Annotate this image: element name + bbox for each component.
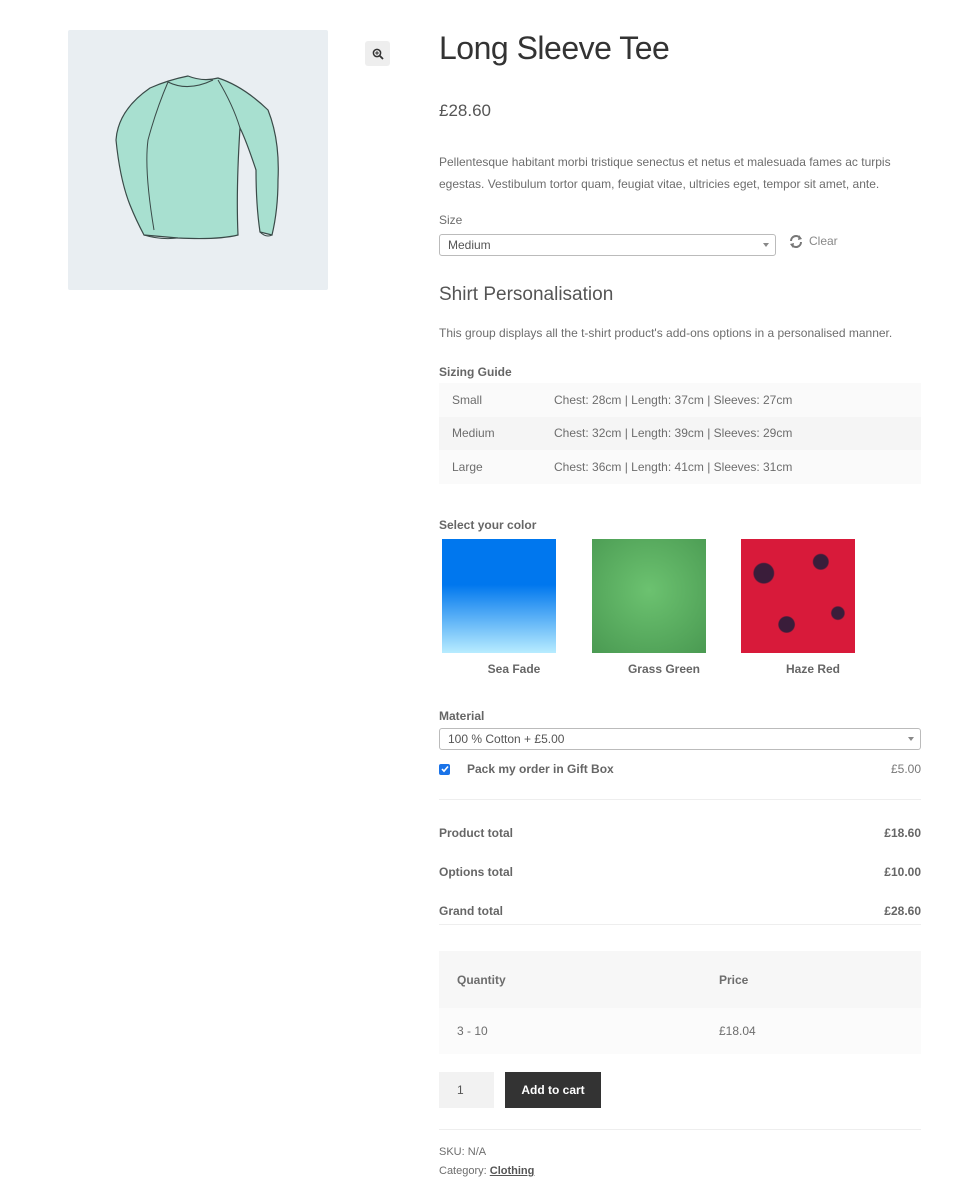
details-cell: Chest: 36cm | Length: 41cm | Sleeves: 31… [554,459,793,474]
product-image[interactable] [68,30,328,290]
swatch-sea-fade[interactable]: Sea Fade [439,539,589,676]
product-total-label: Product total [439,825,513,840]
swatch-haze-red[interactable]: Haze Red [738,539,888,676]
size-select-value: Medium [448,238,491,252]
sku: SKU: N/A [439,1143,534,1162]
quantity-input[interactable]: 1 [439,1072,494,1108]
giftbox-checkbox[interactable] [439,763,450,775]
product-total-value: £18.60 [884,825,921,840]
swatch-name: Sea Fade [487,662,541,676]
size-label: Size [439,213,463,227]
table-row: Medium Chest: 32cm | Length: 39cm | Slee… [439,416,921,450]
swatch-name: Grass Green [627,662,701,676]
product-description: Pellentesque habitant morbi tristique se… [439,155,891,191]
sku-label: SKU: [439,1146,465,1158]
clear-selection-link[interactable]: Clear [789,234,838,248]
giftbox-price: £5.00 [890,762,921,776]
zoom-in-icon [372,48,384,60]
refresh-icon [790,234,802,248]
addon-group-title: Shirt Personalisation [439,284,614,305]
chevron-down-icon [763,243,769,247]
category: Category: Clothing [439,1162,534,1181]
material-select-value: 100 % Cotton + £5.00 [448,732,565,746]
size-cell: Medium [452,426,495,441]
product-title: Long Sleeve Tee [439,30,670,66]
long-sleeve-shirt-image [115,75,279,240]
add-to-cart-button[interactable]: Add to cart [505,1072,601,1108]
quantity-header: Quantity [457,972,506,987]
giftbox-option: Pack my order in Gift Box £5.00 [439,762,921,776]
price-cell: £18.04 [719,1024,756,1038]
product-price: £28.60 [439,101,491,120]
divider [439,799,921,800]
bulk-pricing-table: Quantity Price 3 - 10 £18.04 [439,951,921,1054]
category-label: Category: [439,1165,487,1177]
table-row: Large Chest: 36cm | Length: 41cm | Sleev… [439,450,921,484]
totals: Product total £18.60 Options total £10.0… [439,813,921,930]
options-total-label: Options total [439,864,513,879]
product-meta: SKU: N/A Category: Clothing [439,1143,534,1181]
details-cell: Chest: 32cm | Length: 39cm | Sleeves: 29… [554,426,793,441]
divider [439,1129,921,1130]
details-cell: Chest: 28cm | Length: 37cm | Sleeves: 27… [554,392,793,407]
material-label: Material [439,709,485,723]
table-header: Quantity Price [439,951,921,1008]
sizing-guide-table: Small Chest: 28cm | Length: 37cm | Sleev… [439,383,921,484]
addon-group-description: This group displays all the t-shirt prod… [439,326,893,340]
checkmark-icon [440,765,449,773]
category-link[interactable]: Clothing [490,1165,535,1177]
color-label: Select your color [439,518,537,532]
divider [439,924,921,925]
size-select[interactable]: Medium [439,234,776,256]
clear-label: Clear [809,234,838,248]
chevron-down-icon [908,737,914,741]
color-swatches: Sea Fade Grass Green Haze Red [439,539,921,684]
swatch-grass-green[interactable]: Grass Green [589,539,739,676]
options-total-value: £10.00 [884,864,921,879]
size-cell: Large [452,459,483,474]
sizing-guide-label: Sizing Guide [439,365,512,379]
grass-green-image [592,539,706,653]
sku-value: N/A [467,1146,487,1158]
zoom-button[interactable] [365,41,390,66]
price-header: Price [719,972,749,987]
haze-red-image [741,539,855,653]
material-select[interactable]: 100 % Cotton + £5.00 [439,728,921,750]
swatch-name: Haze Red [785,662,841,676]
size-cell: Small [452,392,483,407]
options-total-row: Options total £10.00 [439,852,921,891]
product-total-row: Product total £18.60 [439,813,921,852]
table-row: 3 - 10 £18.04 [439,1008,921,1054]
sea-fade-image [442,539,556,653]
giftbox-label: Pack my order in Gift Box [467,762,614,776]
table-row: Small Chest: 28cm | Length: 37cm | Sleev… [439,383,921,417]
grand-total-value: £28.60 [884,903,921,918]
quantity-cell: 3 - 10 [457,1024,488,1038]
grand-total-label: Grand total [439,903,504,918]
